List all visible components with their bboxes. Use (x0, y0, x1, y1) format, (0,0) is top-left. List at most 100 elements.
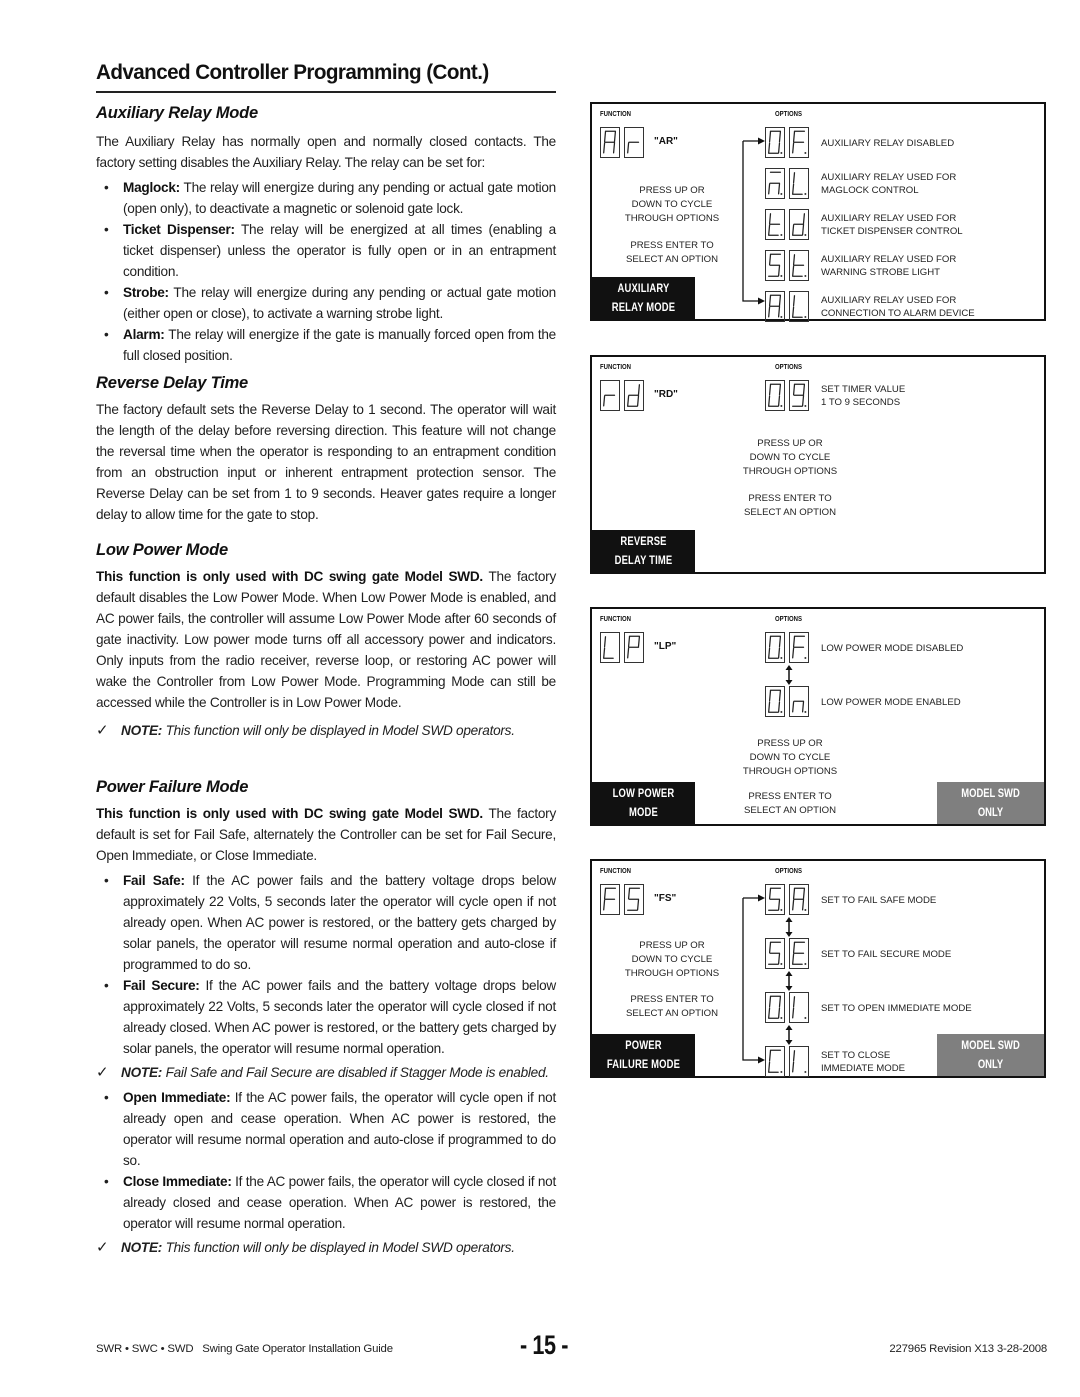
list-item: • Strobe: The relay will energize during … (104, 285, 556, 321)
paragraph: This function is only used with DC swing… (96, 806, 556, 863)
section-tag: AUXILIARY RELAY MODE (592, 277, 695, 319)
option-description: SET TIMER VALUE 1 TO 9 SECONDS (821, 384, 906, 408)
instruction-enter: PRESS ENTER TO SELECT AN OPTION (743, 791, 837, 816)
model-swd-only-badge: MODEL SWD ONLY (937, 1034, 1044, 1076)
option-description: AUXILIARY RELAY DISABLED (821, 138, 955, 149)
list-item: • Fail Secure: If the AC power fails and … (104, 978, 556, 1056)
cycle-bracket-arrow (742, 894, 765, 1064)
section-heading: Power Failure Mode (96, 778, 249, 796)
seven-segment-digit (765, 380, 785, 411)
option-description: SET TO FAIL SECURE MODE (821, 949, 952, 960)
seven-segment-digit (765, 168, 785, 199)
list-item: • Alarm: The relay will energize if the g… (104, 327, 556, 363)
title-rule (96, 91, 556, 93)
model-swd-only-badge: MODEL SWD ONLY (937, 782, 1044, 824)
seven-segment-digit (765, 127, 785, 158)
section-tag: REVERSE DELAY TIME (592, 530, 695, 572)
seven-segment-digit (765, 632, 785, 663)
function-code: "LP" (654, 641, 677, 652)
seven-segment-digit (789, 884, 809, 915)
up-down-arrow-icon (785, 917, 793, 937)
note: ✓ NOTE: This function will only be displa… (96, 1239, 515, 1256)
options-label: OPTIONS (775, 109, 803, 118)
list-item: • Maglock: The relay will energize during… (104, 180, 556, 216)
seven-segment-digit (789, 209, 809, 240)
option-description: LOW POWER MODE DISABLED (821, 643, 964, 654)
seven-segment-digit (765, 250, 785, 281)
paragraph: The factory default sets the Reverse Del… (96, 402, 556, 522)
function-code: "FS" (654, 893, 677, 904)
option-description: SET TO FAIL SAFE MODE (821, 895, 937, 906)
note: ✓ NOTE: This function will only be displa… (96, 722, 515, 739)
seven-segment-digit (765, 291, 785, 322)
diagram-reverse-delay: FUNCTION OPTIONS "RD" PRESS UP OR DOWN TO… (590, 355, 1046, 574)
seven-segment-digit (765, 938, 785, 969)
instruction-enter: PRESS ENTER TO SELECT AN OPTION (743, 493, 837, 518)
section-heading: Reverse Delay Time (96, 374, 249, 392)
section-power-failure: Power Failure Mode This function is only… (96, 778, 556, 1258)
instruction-cycle: PRESS UP OR DOWN TO CYCLE THROUGH OPTIONS (624, 185, 720, 224)
instruction-enter: PRESS ENTER TO SELECT AN OPTION (625, 994, 719, 1019)
seven-segment-digit (789, 1046, 809, 1077)
bullet-list: • Fail Safe: If the AC power fails and th… (96, 870, 556, 1059)
options-label: OPTIONS (775, 866, 803, 875)
checkmark-icon: ✓ (96, 1239, 109, 1256)
function-label: FUNCTION (600, 109, 631, 118)
option-description: AUXILIARY RELAY USED FOR TICKET DISPENSER… (821, 213, 963, 237)
option-description: SET TO CLOSE IMMEDIATE MODE (821, 1050, 906, 1074)
seven-segment-digit (624, 127, 644, 158)
section-heading: Auxiliary Relay Mode (96, 104, 258, 122)
note: ✓ NOTE: Fail Safe and Fail Secure are dis… (96, 1064, 549, 1081)
section-auxiliary-relay: Auxiliary Relay Mode The Auxiliary Relay… (96, 104, 556, 366)
page-number: - 15 - (520, 1330, 569, 1360)
seven-segment-digit (765, 686, 785, 717)
footer-guide-title: SWR • SWC • SWD Swing Gate Operator Inst… (96, 1343, 393, 1355)
seven-segment-digit (789, 127, 809, 158)
instruction-enter: PRESS ENTER TO SELECT AN OPTION (625, 240, 719, 265)
option-description: AUXILIARY RELAY USED FOR MAGLOCK CONTROL (821, 172, 957, 196)
function-label: FUNCTION (600, 866, 631, 875)
option-description: AUXILIARY RELAY USED FOR CONNECTION TO AL… (821, 295, 975, 319)
checkmark-icon: ✓ (96, 1064, 109, 1081)
list-item: • Open Immediate: If the AC power fails, … (104, 1090, 556, 1168)
instruction-cycle: PRESS UP OR DOWN TO CYCLE THROUGH OPTIONS (624, 940, 720, 979)
option-description: LOW POWER MODE ENABLED (821, 697, 961, 708)
seven-segment-digit (600, 632, 620, 663)
function-code: "AR" (654, 136, 678, 147)
diagram-auxiliary-relay: FUNCTION OPTIONS "AR" PRESS UP OR DOWN TO… (590, 102, 1046, 322)
bullet-list: • Open Immediate: If the AC power fails, … (96, 1087, 556, 1234)
list-item: • Fail Safe: If the AC power fails and th… (104, 873, 556, 972)
seven-segment-digit (789, 632, 809, 663)
paragraph: The Auxiliary Relay has normally open an… (96, 134, 556, 170)
seven-segment-digit (765, 884, 785, 915)
instruction-cycle: PRESS UP OR DOWN TO CYCLE THROUGH OPTIONS (742, 738, 838, 777)
up-down-arrow-icon (785, 971, 793, 991)
seven-segment-digit (765, 1046, 785, 1077)
options-label: OPTIONS (775, 362, 803, 371)
seven-segment-digit (600, 127, 620, 158)
section-reverse-delay: Reverse Delay Time The factory default s… (96, 374, 556, 525)
seven-segment-digit (624, 632, 644, 663)
options-label: OPTIONS (775, 614, 803, 623)
function-code: "RD" (654, 389, 678, 400)
list-item: • Close Immediate: If the AC power fails,… (104, 1174, 556, 1231)
instruction-cycle: PRESS UP OR DOWN TO CYCLE THROUGH OPTIONS (742, 438, 838, 477)
function-label: FUNCTION (600, 614, 631, 623)
seven-segment-digit (789, 380, 809, 411)
list-item: • Ticket Dispenser: The relay will be ene… (104, 222, 556, 279)
seven-segment-digit (789, 250, 809, 281)
section-low-power: Low Power Mode This function is only use… (96, 541, 556, 741)
seven-segment-digit (600, 380, 620, 411)
seven-segment-digit (765, 209, 785, 240)
seven-segment-digit (789, 938, 809, 969)
up-down-arrow-icon (785, 665, 793, 685)
option-description: AUXILIARY RELAY USED FOR WARNING STROBE L… (821, 254, 957, 278)
seven-segment-digit (765, 992, 785, 1023)
section-heading: Low Power Mode (96, 541, 228, 559)
seven-segment-digit (789, 291, 809, 322)
bullet-list: • Maglock: The relay will energize during… (96, 177, 556, 366)
paragraph: This function is only used with DC swing… (96, 569, 556, 710)
diagram-power-failure: FUNCTION OPTIONS "FS" PRESS UP OR DOWN TO… (590, 859, 1046, 1078)
up-down-arrow-icon (785, 1025, 793, 1045)
seven-segment-digit (624, 380, 644, 411)
